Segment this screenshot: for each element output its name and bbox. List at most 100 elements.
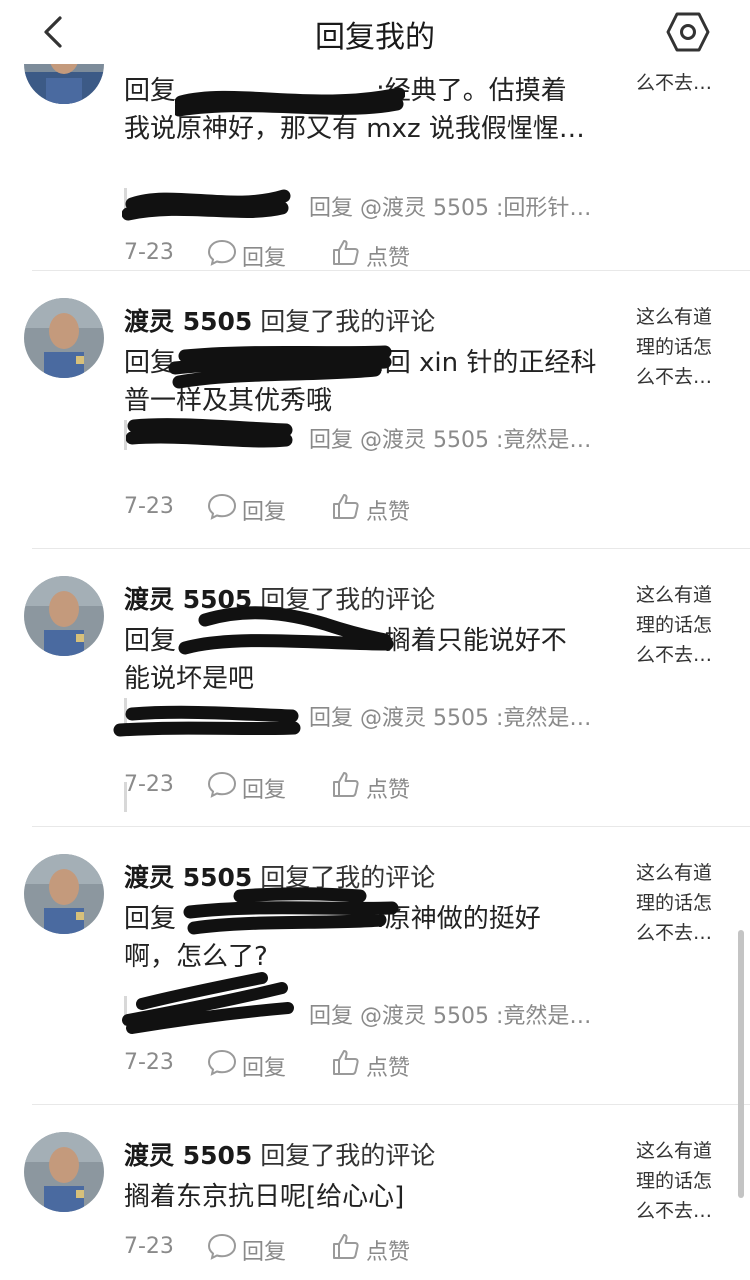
like-button[interactable]: 点赞 xyxy=(330,236,420,271)
thumbs-up-icon xyxy=(333,240,359,265)
thumb-line: 理的话怎 xyxy=(636,336,713,358)
quoted-comment[interactable]: 回复 @渡灵 5505 :竟然是… xyxy=(124,996,614,1029)
thumbs-up-icon xyxy=(333,772,359,797)
reply-button[interactable]: 回复 xyxy=(206,236,296,271)
reply-date: 7-23 xyxy=(124,494,174,519)
reply-prefix: 回复 xyxy=(124,348,177,378)
quoted-text: 回复 @渡灵 5505 :竟然是… xyxy=(309,428,592,453)
original-comment-thumb[interactable]: 么不去… xyxy=(636,68,722,98)
reply-date: 7-23 xyxy=(124,1234,174,1259)
reply-item[interactable]: 渡灵 5505 回复了我的评论 搁着东京抗日呢[给心心] 7-23 回复 点赞 … xyxy=(0,1132,750,1280)
reply-body[interactable]: 搁着东京抗日呢[给心心] xyxy=(124,1178,616,1216)
thumb-line: 这么有道 xyxy=(636,584,713,606)
reply-button[interactable]: 回复 xyxy=(206,768,296,803)
reply-text-line2: 普一样及其优秀哦 xyxy=(124,386,333,416)
like-button[interactable]: 点赞 xyxy=(330,768,420,803)
reply-item[interactable]: 回复:经典了。估摸着 我说原神好，那又有 mxz 说我假惺惺… 回复 @渡灵 5… xyxy=(0,64,750,271)
reply-feed[interactable]: 回复:经典了。估摸着 我说原神好，那又有 mxz 说我假惺惺… 回复 @渡灵 5… xyxy=(0,64,750,1280)
like-label: 点赞 xyxy=(366,778,411,803)
quoted-comment[interactable]: 回复 @渡灵 5505 :竟然是… xyxy=(124,698,614,731)
user-name[interactable]: 渡灵 5505 xyxy=(124,585,252,614)
user-name[interactable]: 渡灵 5505 xyxy=(124,863,252,892)
reply-action: 回复了我的评论 xyxy=(260,1141,436,1170)
reply-date: 7-23 xyxy=(124,240,174,265)
like-label: 点赞 xyxy=(366,1240,411,1265)
reply-prefix: 回复 xyxy=(124,626,177,656)
settings-button[interactable] xyxy=(664,8,712,56)
thumb-line: 理的话怎 xyxy=(636,614,713,636)
comment-bubble-icon xyxy=(207,1233,237,1260)
thumb-line: 么不去… xyxy=(636,72,713,94)
reply-body[interactable]: 回复:原神做的挺好 啊，怎么了? xyxy=(124,900,616,976)
divider xyxy=(32,548,750,549)
like-label: 点赞 xyxy=(366,1056,411,1081)
avatar[interactable] xyxy=(24,298,104,378)
user-name[interactable]: 渡灵 5505 xyxy=(124,307,252,336)
quoted-text: 回复 @渡灵 5505 :回形针… xyxy=(309,196,592,221)
original-comment-thumb[interactable]: 这么有道 理的话怎 么不去… xyxy=(636,580,722,670)
original-comment-thumb[interactable]: 这么有道 理的话怎 么不去… xyxy=(636,302,722,392)
reply-text-line2: 啊，怎么了? xyxy=(124,942,268,972)
reply-prefix: 回复 xyxy=(124,904,177,934)
thumb-line: 么不去… xyxy=(636,644,713,666)
avatar[interactable] xyxy=(24,576,104,656)
reply-body[interactable]: 回复 :回 xin 针的正经科 普一样及其优秀哦 xyxy=(124,344,616,420)
reply-body[interactable]: 回复:经典了。估摸着 我说原神好，那又有 mxz 说我假惺惺… xyxy=(124,72,616,148)
reply-action: 回复了我的评论 xyxy=(260,863,436,892)
divider xyxy=(32,270,750,271)
quoted-comment[interactable]: 回复 @渡灵 5505 :竟然是… xyxy=(124,420,614,453)
divider xyxy=(32,1104,750,1105)
reply-date: 7-23 xyxy=(124,772,174,797)
reply-header: 渡灵 5505 回复了我的评论 xyxy=(124,580,435,616)
avatar[interactable] xyxy=(24,1132,104,1212)
hexagon-settings-icon xyxy=(666,12,710,52)
reply-label: 回复 xyxy=(242,1056,287,1081)
quoted-comment[interactable]: 回复 @渡灵 5505 :回形针… xyxy=(124,188,614,221)
reply-label: 回复 xyxy=(242,778,287,803)
scrollbar[interactable] xyxy=(738,930,744,1198)
reply-header: 渡灵 5505 回复了我的评论 xyxy=(124,1136,435,1172)
like-label: 点赞 xyxy=(366,246,411,271)
comment-bubble-icon xyxy=(207,771,237,798)
user-name[interactable]: 渡灵 5505 xyxy=(124,1141,252,1170)
thumbs-up-icon xyxy=(333,494,359,519)
original-comment-thumb[interactable]: 这么有道 理的话怎 么不去… xyxy=(636,1136,722,1226)
comment-bubble-icon xyxy=(207,239,237,266)
page-title: 回复我的 xyxy=(315,20,435,55)
reply-button[interactable]: 回复 xyxy=(206,490,296,525)
like-button[interactable]: 点赞 xyxy=(330,490,420,525)
reply-date: 7-23 xyxy=(124,1050,174,1075)
thumbs-up-icon xyxy=(333,1050,359,1075)
thumb-line: 理的话怎 xyxy=(636,892,713,914)
like-button[interactable]: 点赞 xyxy=(330,1230,420,1265)
reply-action: 回复了我的评论 xyxy=(260,585,436,614)
thumbs-up-icon xyxy=(333,1234,359,1259)
reply-text: :经典了。估摸着 xyxy=(376,76,567,106)
thumb-line: 这么有道 xyxy=(636,862,713,884)
thumb-line: 么不去… xyxy=(636,1200,713,1222)
reply-button[interactable]: 回复 xyxy=(206,1230,296,1265)
thumb-line: 么不去… xyxy=(636,922,713,944)
reply-action: 回复了我的评论 xyxy=(260,307,436,336)
reply-body[interactable]: 回复 :搁着只能说好不 能说坏是吧 xyxy=(124,622,616,698)
thumb-line: 么不去… xyxy=(636,366,713,388)
thumb-line: 这么有道 xyxy=(636,1140,713,1162)
header-bar: 回复我的 xyxy=(0,0,750,64)
avatar[interactable] xyxy=(24,64,104,104)
reply-label: 回复 xyxy=(242,500,287,525)
quoted-text: 回复 @渡灵 5505 :竟然是… xyxy=(309,1004,592,1029)
like-label: 点赞 xyxy=(366,500,411,525)
reply-text-line2: 我说原神好，那又有 mxz 说我假惺惺… xyxy=(124,114,585,144)
thumb-line: 这么有道 xyxy=(636,306,713,328)
reply-label: 回复 xyxy=(242,246,287,271)
reply-text-line2: 能说坏是吧 xyxy=(124,664,255,694)
avatar[interactable] xyxy=(24,854,104,934)
comment-bubble-icon xyxy=(207,1049,237,1076)
like-button[interactable]: 点赞 xyxy=(330,1046,420,1081)
reply-text: 搁着东京抗日呢[给心心] xyxy=(124,1182,405,1212)
reply-text: :回 xin 针的正经科 xyxy=(376,348,597,378)
divider xyxy=(32,826,750,827)
reply-text: :搁着只能说好不 xyxy=(376,626,567,656)
original-comment-thumb[interactable]: 这么有道 理的话怎 么不去… xyxy=(636,858,722,948)
reply-button[interactable]: 回复 xyxy=(206,1046,296,1081)
